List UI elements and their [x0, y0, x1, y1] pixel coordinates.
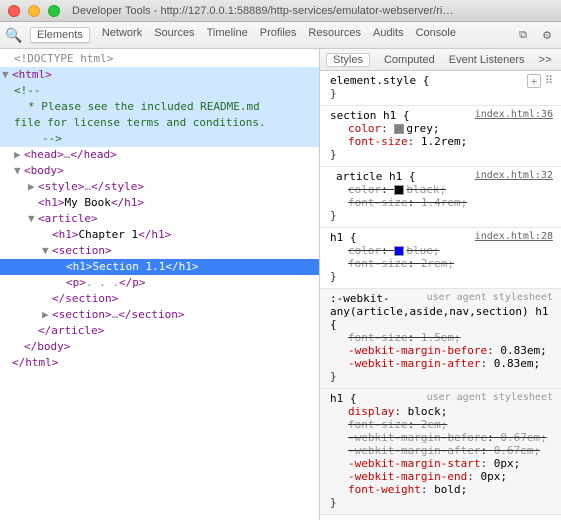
drawer-toggle-icon[interactable]: ⧉: [515, 27, 531, 43]
window-close-button[interactable]: [8, 5, 20, 17]
window-zoom-button[interactable]: [48, 5, 60, 17]
prop-font-size-overridden[interactable]: font-size: 1.4rem;: [330, 196, 553, 209]
source-link[interactable]: index.html:36: [475, 109, 553, 120]
section2-node[interactable]: ▶<section>…</section>: [0, 307, 319, 323]
h1-chapter-node[interactable]: <h1>Chapter 1</h1>: [0, 227, 319, 243]
prop-margin-before-overridden[interactable]: -webkit-margin-before: 0.67em;: [330, 431, 553, 444]
rule-ua-h1[interactable]: user agent stylesheet h1 { display: bloc…: [320, 389, 561, 515]
rule-article-h1[interactable]: index.html:32 article h1 { color: black;…: [320, 167, 561, 228]
source-link[interactable]: index.html:32: [475, 170, 553, 181]
body-close-node[interactable]: </body>: [0, 339, 319, 355]
brace-close: }: [330, 209, 553, 222]
tab-elements[interactable]: Elements: [30, 27, 90, 43]
panel-tabs: Elements Network Sources Timeline Profil…: [30, 27, 456, 43]
window-minimize-button[interactable]: [28, 5, 40, 17]
head-node[interactable]: ▶<head>…</head>: [0, 147, 319, 163]
ua-label: user agent stylesheet: [427, 292, 553, 303]
window-title: Developer Tools - http://127.0.0.1:58889…: [72, 5, 453, 17]
sidebar-tabs: Styles Computed Event Listeners >>: [320, 49, 561, 71]
h1-section-node-selected[interactable]: <h1>Section 1.1</h1>: [0, 259, 319, 275]
prop-margin-before[interactable]: -webkit-margin-before: 0.83em;: [330, 344, 553, 357]
comment-close: -->: [0, 131, 319, 147]
color-swatch-grey[interactable]: [394, 124, 404, 134]
source-link[interactable]: index.html:28: [475, 231, 553, 242]
tabs-overflow[interactable]: >>: [539, 54, 552, 66]
tab-profiles[interactable]: Profiles: [260, 27, 297, 43]
rule-section-h1[interactable]: index.html:36 section h1 { color: grey; …: [320, 106, 561, 167]
prop-margin-end[interactable]: -webkit-margin-end: 0px;: [330, 470, 553, 483]
tab-timeline[interactable]: Timeline: [207, 27, 248, 43]
tab-console[interactable]: Console: [416, 27, 456, 43]
prop-color[interactable]: color: grey;: [330, 122, 553, 135]
color-swatch-black[interactable]: [394, 185, 404, 195]
brace-close: }: [330, 370, 553, 383]
brace-close: }: [330, 496, 553, 509]
ua-label: user agent stylesheet: [427, 392, 553, 403]
tab-computed[interactable]: Computed: [384, 54, 435, 66]
prop-margin-after-overridden[interactable]: -webkit-margin-after: 0.67em;: [330, 444, 553, 457]
brace-close: }: [330, 87, 553, 100]
style-node[interactable]: ▶<style>…</style>: [0, 179, 319, 195]
tab-audits[interactable]: Audits: [373, 27, 404, 43]
section-close-node[interactable]: </section>: [0, 291, 319, 307]
tab-network[interactable]: Network: [102, 27, 142, 43]
brace-close: }: [330, 270, 553, 283]
inspect-icon[interactable]: 🔍: [6, 27, 22, 43]
new-rule-icon[interactable]: +: [527, 74, 541, 88]
rule-h1[interactable]: index.html:28 h1 { color: blue; font-siz…: [320, 228, 561, 289]
doctype-node[interactable]: <!DOCTYPE html>: [0, 51, 319, 67]
body-open-node[interactable]: ▼<body>: [0, 163, 319, 179]
tab-styles[interactable]: Styles: [326, 53, 370, 67]
comment-line1: * Please see the included README.md: [0, 99, 319, 115]
prop-display[interactable]: display: block;: [330, 405, 553, 418]
prop-font-size-overridden[interactable]: font-size: 1.5em;: [330, 331, 553, 344]
color-swatch-blue[interactable]: [394, 246, 404, 256]
devtools-toolbar: 🔍 Elements Network Sources Timeline Prof…: [0, 22, 561, 49]
prop-font-size-overridden[interactable]: font-size: 2em;: [330, 418, 553, 431]
settings-gear-icon[interactable]: ⚙: [539, 27, 555, 43]
html-open-node[interactable]: ▼<html>: [0, 67, 319, 83]
prop-font-weight[interactable]: font-weight: bold;: [330, 483, 553, 496]
html-close-node[interactable]: </html>: [0, 355, 319, 371]
rule-element-style[interactable]: + ⠿ element.style { }: [320, 71, 561, 106]
section-open-node[interactable]: ▼<section>: [0, 243, 319, 259]
tab-resources[interactable]: Resources: [308, 27, 361, 43]
prop-color-overridden[interactable]: color: black;: [330, 183, 553, 196]
brace-close: }: [330, 148, 553, 161]
toggle-states-icon[interactable]: ⠿: [545, 74, 553, 88]
prop-margin-start[interactable]: -webkit-margin-start: 0px;: [330, 457, 553, 470]
tab-event-listeners[interactable]: Event Listeners: [449, 54, 525, 66]
h1-book-node[interactable]: <h1>My Book</h1>: [0, 195, 319, 211]
prop-font-size-overridden[interactable]: font-size: 2rem;: [330, 257, 553, 270]
prop-margin-after[interactable]: -webkit-margin-after: 0.83em;: [330, 357, 553, 370]
comment-open[interactable]: <!--: [0, 83, 319, 99]
article-close-node[interactable]: </article>: [0, 323, 319, 339]
selector[interactable]: element.style {: [330, 74, 553, 87]
prop-font-size[interactable]: font-size: 1.2rem;: [330, 135, 553, 148]
elements-panel[interactable]: <!DOCTYPE html> ▼<html> <!-- * Please se…: [0, 49, 320, 520]
p-node[interactable]: <p>. . .</p>: [0, 275, 319, 291]
rule-ua-any-h1[interactable]: user agent stylesheet :-webkit-any(artic…: [320, 289, 561, 389]
styles-panel: Styles Computed Event Listeners >> + ⠿ el…: [320, 49, 561, 520]
prop-color-overridden[interactable]: color: blue;: [330, 244, 553, 257]
comment-line2: file for license terms and conditions.: [0, 115, 319, 131]
window-titlebar: Developer Tools - http://127.0.0.1:58889…: [0, 0, 561, 22]
article-open-node[interactable]: ▼<article>: [0, 211, 319, 227]
tab-sources[interactable]: Sources: [154, 27, 194, 43]
